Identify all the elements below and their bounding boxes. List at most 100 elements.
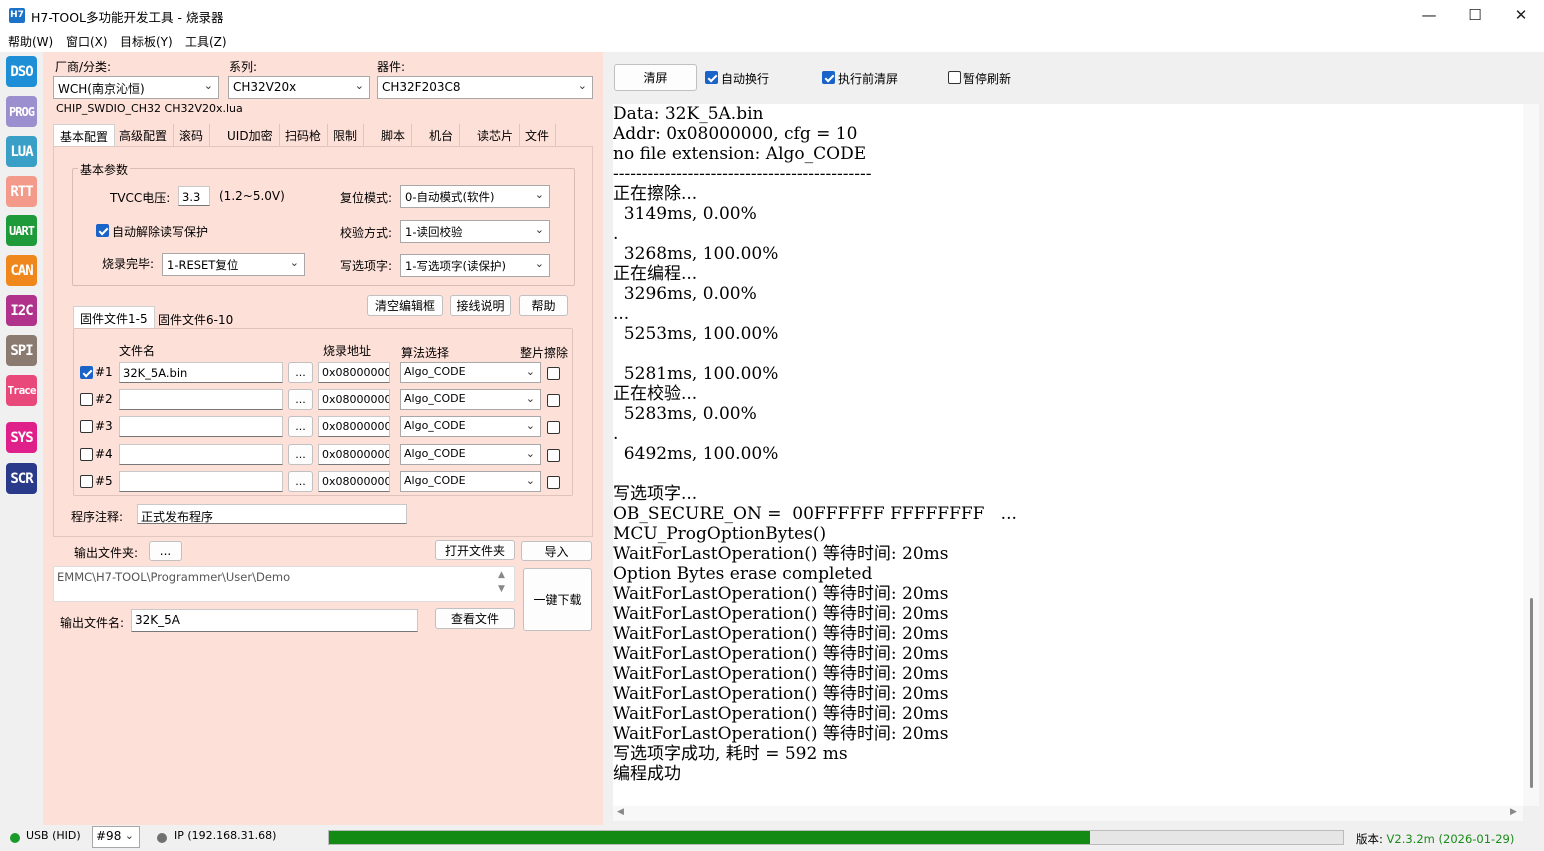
file-browse-button[interactable]: ... <box>288 471 313 492</box>
file-row-checkbox[interactable] <box>80 420 93 433</box>
tool-dso-button[interactable]: DSO <box>6 56 37 87</box>
menu-window[interactable]: 窗口(X) <box>66 33 108 50</box>
file-algo-select[interactable]: Algo_CODE ⌄ <box>400 416 541 437</box>
chevron-down-icon: ⌄ <box>525 447 535 460</box>
close-button[interactable]: ✕ <box>1498 0 1544 30</box>
file-name-input[interactable] <box>119 389 283 410</box>
tab-limit[interactable]: 限制 <box>327 124 365 146</box>
chip-erase-checkbox[interactable] <box>547 394 560 407</box>
import-button[interactable]: 导入 <box>521 541 592 561</box>
file-name-input[interactable]: 32K_5A.bin <box>119 362 283 383</box>
file-browse-button[interactable]: ... <box>288 444 313 465</box>
file-name-input[interactable] <box>119 471 283 492</box>
vendor-select[interactable]: WCH(南京沁恒) ⌄ <box>53 76 219 99</box>
chip-erase-checkbox[interactable] <box>547 449 560 462</box>
tool-uart-button[interactable]: UART <box>6 215 37 246</box>
file-row-checkbox[interactable] <box>80 448 93 461</box>
console-hscrollbar[interactable]: ◀ ▶ <box>613 806 1523 821</box>
file-row-checkbox[interactable] <box>80 393 93 406</box>
tab-advanced[interactable]: 高级配置 <box>113 124 175 146</box>
console-vscrollbar[interactable] <box>1523 104 1539 806</box>
output-folder-browse-button[interactable]: ... <box>149 541 182 561</box>
help-button[interactable]: 帮助 <box>519 295 568 316</box>
open-folder-button[interactable]: 打开文件夹 <box>435 540 515 560</box>
file-row-checkbox[interactable] <box>80 366 93 379</box>
tool-i2c-button[interactable]: I2C <box>6 295 37 326</box>
file-algo-select[interactable]: Algo_CODE ⌄ <box>400 471 541 492</box>
tool-prog-button[interactable]: PROG <box>6 96 37 127</box>
clear-screen-button[interactable]: 清屏 <box>614 64 697 91</box>
port-select[interactable]: #98 ⌄ <box>92 826 140 848</box>
tool-lua-button[interactable]: LUA <box>6 136 37 167</box>
note-input[interactable]: 正式发布程序 <box>137 504 407 524</box>
clear-edit-button[interactable]: 清空编辑框 <box>367 295 443 316</box>
wiring-help-button[interactable]: 接线说明 <box>450 295 511 316</box>
file-row-checkbox[interactable] <box>80 475 93 488</box>
file-name-input[interactable] <box>119 416 283 437</box>
console-output[interactable]: Data: 32K_5A.bin Addr: 0x08000000, cfg = … <box>613 104 1523 806</box>
minimize-button[interactable]: — <box>1406 0 1452 30</box>
auto-unlock-checkbox[interactable] <box>96 224 109 237</box>
scroll-arrows-icon[interactable]: ▲ ▼ <box>498 568 505 596</box>
menu-tools[interactable]: 工具(Z) <box>185 33 227 50</box>
one-key-download-button[interactable]: 一键下载 <box>523 568 592 631</box>
basic-params-title: 基本参数 <box>78 161 131 178</box>
menu-help[interactable]: 帮助(W) <box>8 33 53 50</box>
option-bytes-select[interactable]: 1-写选项字(读保护) ⌄ <box>400 254 550 277</box>
series-select[interactable]: CH32V20x ⌄ <box>228 76 370 99</box>
tab-basic[interactable]: 基本配置 <box>53 124 116 146</box>
chip-erase-checkbox[interactable] <box>547 367 560 380</box>
menu-target-board[interactable]: 目标板(Y) <box>120 33 173 50</box>
console-line: 3296ms, 0.00% <box>613 284 757 304</box>
tool-sys-button[interactable]: SYS <box>6 422 37 453</box>
clear-before-run-checkbox[interactable] <box>822 71 835 84</box>
file-address-input[interactable]: 0x08000000 <box>318 471 390 492</box>
auto-wrap-checkbox[interactable] <box>705 71 718 84</box>
file-algo-select[interactable]: Algo_CODE ⌄ <box>400 362 541 383</box>
tab-read-chip[interactable]: 读芯片 <box>471 124 521 146</box>
tab-script[interactable]: 脚本 <box>375 124 413 146</box>
maximize-button[interactable]: ☐ <box>1452 0 1498 30</box>
file-address-input[interactable]: 0x08000000 <box>318 416 390 437</box>
tab-machine[interactable]: 机台 <box>423 124 461 146</box>
tool-scr-button[interactable]: SCR <box>6 463 37 494</box>
file-algo-select[interactable]: Algo_CODE ⌄ <box>400 389 541 410</box>
tab-firmware-1-5[interactable]: 固件文件1-5 <box>73 306 155 328</box>
file-browse-button[interactable]: ... <box>288 416 313 437</box>
tab-rolling-code[interactable]: 滚码 <box>173 124 211 146</box>
chip-erase-checkbox[interactable] <box>547 476 560 489</box>
tvcc-input[interactable]: 3.3 <box>178 186 210 206</box>
scroll-right-icon[interactable]: ▶ <box>1510 807 1517 817</box>
console-line: ... <box>613 304 630 324</box>
view-file-button[interactable]: 查看文件 <box>435 608 515 629</box>
console-line: WaitForLastOperation() 等待时间: 20ms <box>613 544 949 564</box>
output-name-input[interactable]: 32K_5A <box>131 609 418 632</box>
scrollbar-thumb[interactable] <box>1530 598 1533 788</box>
version-prefix: 版本: <box>1356 832 1387 846</box>
done-label: 烧录完毕: <box>102 257 155 271</box>
tool-spi-button[interactable]: SPI <box>6 335 37 366</box>
app-logo: H7 <box>9 8 25 23</box>
file-browse-button[interactable]: ... <box>288 389 313 410</box>
file-address-input[interactable]: 0x08000000 <box>318 389 390 410</box>
verify-select[interactable]: 1-读回校验 ⌄ <box>400 220 550 243</box>
tool-can-button[interactable]: CAN <box>6 255 37 286</box>
output-folder-path[interactable]: EMMC\H7-TOOL\Programmer\User\Demo <box>53 566 515 602</box>
tool-rtt-button[interactable]: RTT <box>6 176 37 207</box>
file-browse-button[interactable]: ... <box>288 362 313 383</box>
chip-select[interactable]: CH32F203C8 ⌄ <box>377 76 593 99</box>
done-action-select[interactable]: 1-RESET复位 ⌄ <box>162 253 305 276</box>
tab-scanner[interactable]: 扫码枪 <box>279 124 329 146</box>
reset-mode-select[interactable]: 0-自动模式(软件) ⌄ <box>400 185 550 208</box>
tab-firmware-6-10[interactable]: 固件文件6-10 <box>152 308 239 330</box>
file-address-input[interactable]: 0x08000000 <box>318 444 390 465</box>
file-name-input[interactable] <box>119 444 283 465</box>
tab-file[interactable]: 文件 <box>519 124 557 146</box>
file-algo-select[interactable]: Algo_CODE ⌄ <box>400 444 541 465</box>
chip-erase-checkbox[interactable] <box>547 421 560 434</box>
tab-uid-encrypt[interactable]: UID加密 <box>221 124 280 146</box>
file-address-input[interactable]: 0x08000000 <box>318 362 390 383</box>
tool-trace-button[interactable]: Trace <box>6 375 37 406</box>
pause-refresh-checkbox[interactable] <box>948 71 961 84</box>
scroll-left-icon[interactable]: ◀ <box>617 807 624 817</box>
